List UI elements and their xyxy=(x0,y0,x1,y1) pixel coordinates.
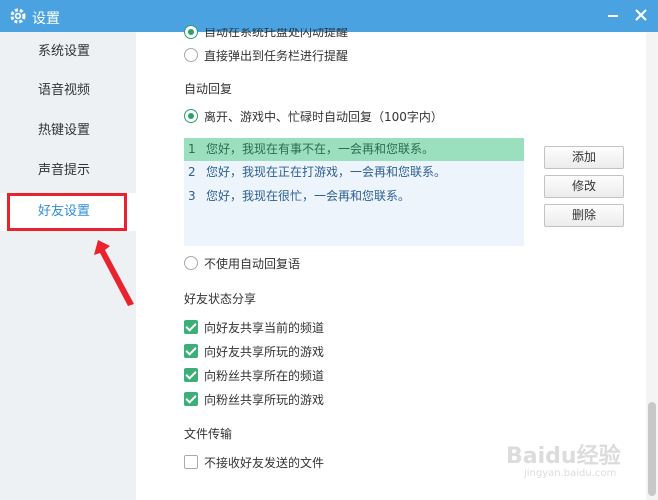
list-item-text: 您好，我现在很忙，一会再和您联系。 xyxy=(206,189,411,203)
list-item-text: 您好，我现在有事不在，一会再和您联系。 xyxy=(206,142,435,156)
checkbox-reject-files[interactable] xyxy=(184,455,198,469)
option-taskbar-popup-label: 直接弹出到任务栏进行提醒 xyxy=(204,49,349,63)
checkbox-share-channel-fans[interactable] xyxy=(184,368,198,382)
close-icon[interactable] xyxy=(632,6,650,24)
checkbox-share-game-friends[interactable] xyxy=(184,344,198,358)
sidebar-item-hotkeys[interactable]: 热键设置 xyxy=(0,112,136,150)
watermark-brand: Baidu经验 xyxy=(506,444,621,469)
sidebar-item-sound[interactable]: 声音提示 xyxy=(0,152,136,190)
list-item-number: 1 xyxy=(188,142,196,156)
list-item-number: 3 xyxy=(188,189,196,203)
checkbox-label: 不接收好友发送的文件 xyxy=(204,456,325,470)
option-auto-reply-disable-label: 不使用自动回复语 xyxy=(204,257,301,271)
checkbox-share-channel-friends[interactable] xyxy=(184,320,198,334)
list-item[interactable]: 2 您好，我现在正在打游戏，一会再和您联系。 xyxy=(184,161,524,184)
sidebar-item-system[interactable]: 系统设置 xyxy=(0,33,136,71)
checkbox-label: 向好友共享所玩的游戏 xyxy=(204,345,325,359)
scrollbar-thumb[interactable] xyxy=(648,402,656,496)
add-reply-button[interactable]: 添加 xyxy=(544,146,624,169)
title-bar: 设置 xyxy=(0,0,658,32)
checkbox-label: 向粉丝共享所玩的游戏 xyxy=(204,393,325,407)
radio-auto-reply-enable[interactable] xyxy=(184,109,198,123)
edit-reply-button[interactable]: 修改 xyxy=(544,175,624,198)
auto-reply-list[interactable]: 1 您好，我现在有事不在，一会再和您联系。 2 您好，我现在正在打游戏，一会再和… xyxy=(184,138,524,246)
watermark-url: jingyan.baidu.com xyxy=(524,468,617,479)
delete-reply-button[interactable]: 删除 xyxy=(544,204,624,227)
sidebar-item-label: 声音提示 xyxy=(38,163,91,178)
list-item-text: 您好，我现在正在打游戏，一会再和您联系。 xyxy=(206,165,447,179)
list-item-number: 2 xyxy=(188,165,196,179)
section-title-auto-reply: 自动回复 xyxy=(184,82,233,96)
section-title-file-transfer: 文件传输 xyxy=(184,427,233,441)
radio-tray-flash[interactable] xyxy=(184,25,198,39)
option-auto-reply-enable-label: 离开、游戏中、忙碌时自动回复（100字内） xyxy=(204,110,443,124)
annotation-arrow-icon xyxy=(94,240,134,306)
sidebar-item-friends[interactable]: 好友设置 xyxy=(0,193,136,231)
sidebar-item-voice-video[interactable]: 语音视频 xyxy=(0,72,136,110)
sidebar-item-label: 好友设置 xyxy=(38,204,91,219)
window-title: 设置 xyxy=(32,11,60,27)
baidu-watermark: Baidu经验 jingyan.baidu.com xyxy=(500,430,640,490)
radio-auto-reply-disable[interactable] xyxy=(184,256,198,270)
list-item[interactable]: 1 您好，我现在有事不在，一会再和您联系。 xyxy=(184,138,524,161)
gear-icon xyxy=(10,8,26,24)
sidebar-item-label: 语音视频 xyxy=(38,83,91,98)
checkbox-share-game-fans[interactable] xyxy=(184,392,198,406)
checkbox-label: 向粉丝共享所在的频道 xyxy=(204,369,325,383)
minimize-icon[interactable] xyxy=(604,6,622,24)
section-title-friend-status-share: 好友状态分享 xyxy=(184,292,257,306)
checkbox-label: 向好友共享当前的频道 xyxy=(204,321,325,335)
radio-taskbar-popup[interactable] xyxy=(184,48,198,62)
list-item[interactable]: 3 您好，我现在很忙，一会再和您联系。 xyxy=(184,185,524,208)
sidebar-item-label: 系统设置 xyxy=(38,44,91,59)
sidebar-item-label: 热键设置 xyxy=(38,123,91,138)
